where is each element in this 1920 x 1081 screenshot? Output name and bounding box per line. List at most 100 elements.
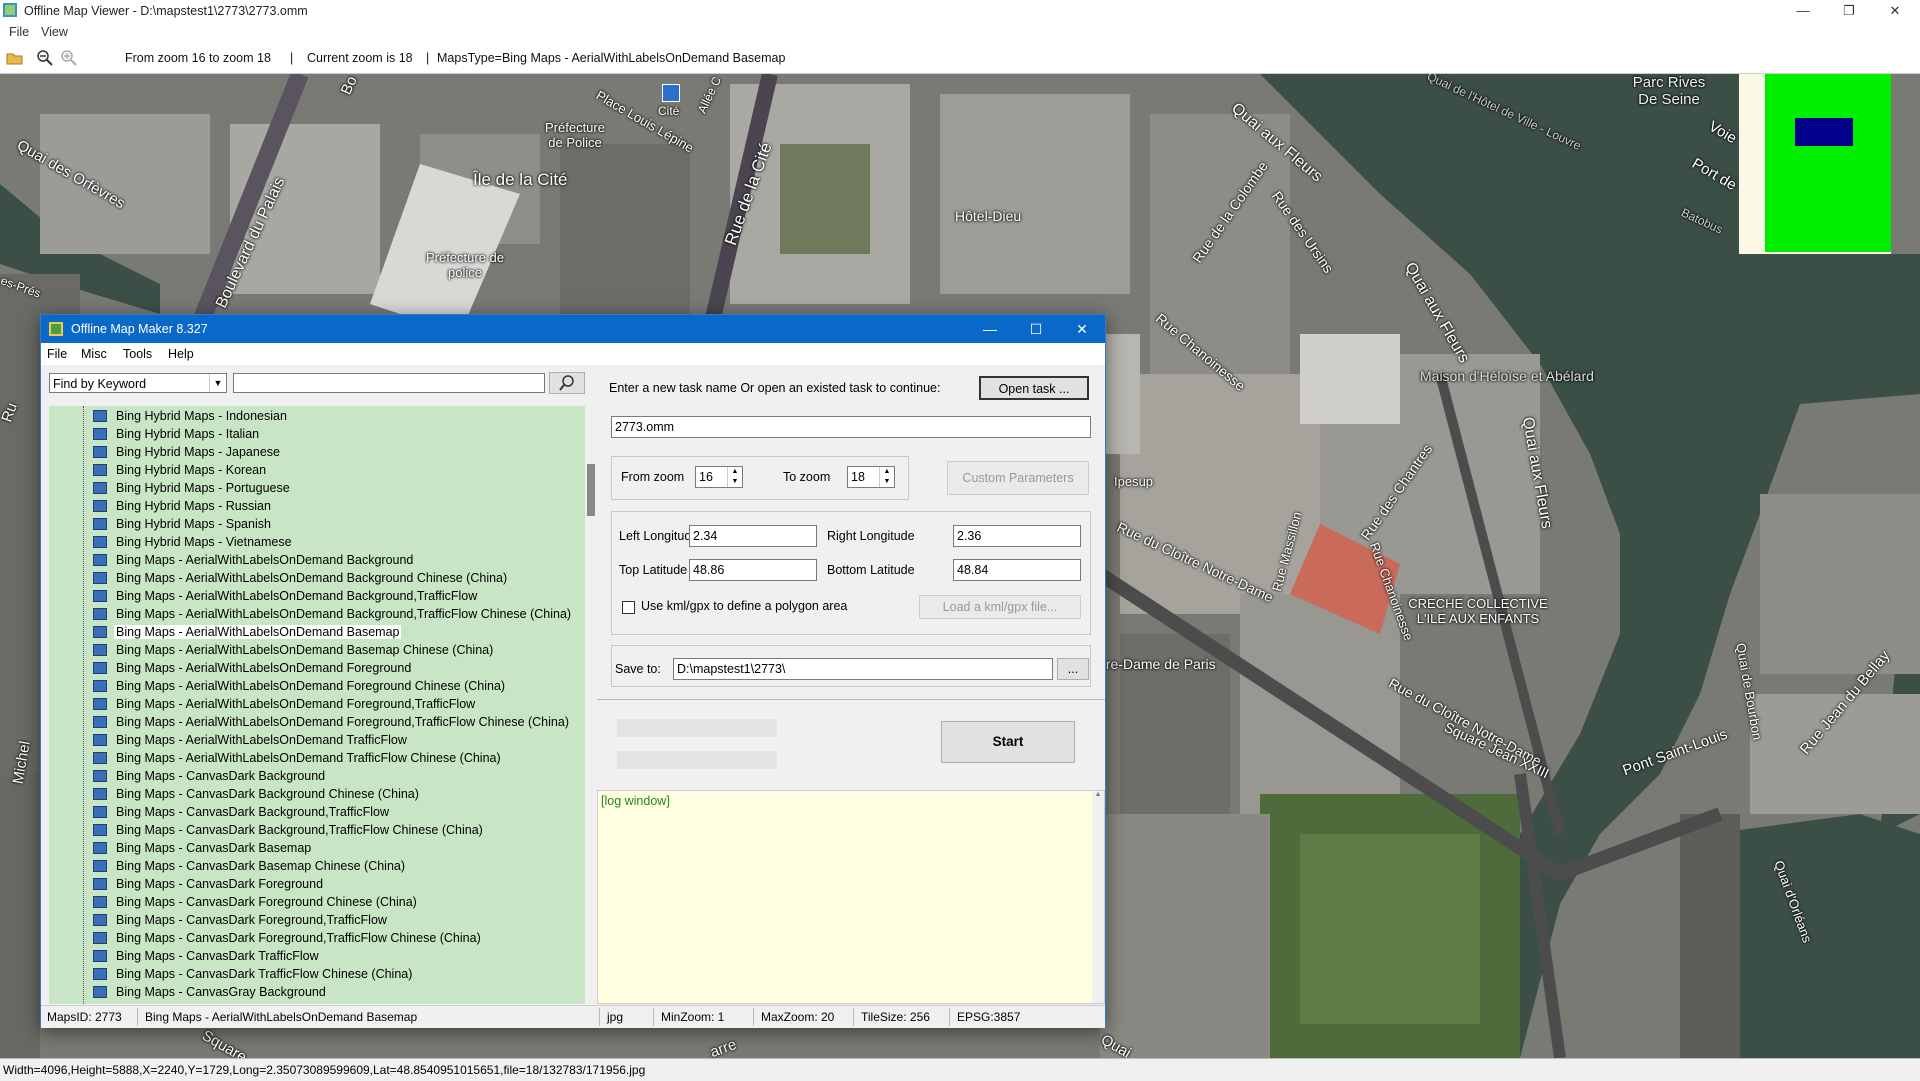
app-icon: [3, 3, 17, 17]
search-button[interactable]: [549, 372, 585, 394]
log-text: [log window]: [601, 794, 670, 808]
close-button[interactable]: ✕: [1872, 0, 1918, 22]
tree-scrollbar[interactable]: [585, 406, 597, 1004]
save-to-field[interactable]: [673, 658, 1053, 680]
tree-item-label: Bing Maps - AerialWithLabelsOnDemand Bac…: [116, 589, 478, 603]
toolbar-separator: |: [426, 51, 430, 65]
dialog-maximize-button[interactable]: ☐: [1013, 315, 1059, 343]
tree-item-label: Bing Maps - CanvasGray Background: [116, 985, 326, 999]
map-layer-icon: [93, 428, 107, 440]
bottom-latitude-field[interactable]: [953, 559, 1081, 581]
minimize-button[interactable]: —: [1780, 0, 1826, 22]
map-layer-icon: [93, 770, 107, 782]
tree-guide-line: [83, 406, 85, 1004]
minimap-viewport[interactable]: [1795, 118, 1853, 146]
to-zoom-value: 18: [851, 470, 865, 484]
map-layer-icon: [93, 464, 107, 476]
open-folder-icon[interactable]: [6, 49, 24, 67]
task-prompt: Enter a new task name Or open an existed…: [609, 381, 941, 395]
map-layer-icon: [93, 914, 107, 926]
dialog-menu-file[interactable]: File: [47, 347, 67, 361]
map-layer-icon: [93, 482, 107, 494]
map-layer-icon: [93, 554, 107, 566]
tree-item-label: Bing Maps - AerialWithLabelsOnDemand Tra…: [116, 751, 501, 765]
map-label: CRECHE COLLECTIVE L'ILE AUX ENFANTS: [1408, 596, 1548, 626]
tree-scrollbar-thumb[interactable]: [587, 464, 595, 516]
to-zoom-stepper[interactable]: 18 ▲ ▼: [847, 466, 895, 488]
chevron-up-icon[interactable]: ▲: [727, 467, 742, 477]
left-longitude-field[interactable]: [689, 525, 817, 547]
tree-item-label: Bing Maps - CanvasDark Background,Traffi…: [116, 805, 390, 819]
map-layer-icon: [93, 590, 107, 602]
current-zoom-text: Current zoom is 18: [307, 51, 413, 65]
tree-item-label: Bing Maps - AerialWithLabelsOnDemand Tra…: [116, 733, 407, 747]
dialog-title-bar[interactable]: Offline Map Maker 8.327 — ☐ ✕: [41, 315, 1105, 343]
map-layer-icon: [93, 536, 107, 548]
search-mode-select[interactable]: Find by Keyword ▼: [49, 373, 227, 393]
chevron-down-icon[interactable]: ▼: [879, 477, 894, 487]
map-layer-icon: [93, 680, 107, 692]
to-zoom-label: To zoom: [783, 470, 831, 484]
map-layer-icon: [93, 986, 107, 998]
right-longitude-field[interactable]: [953, 525, 1081, 547]
tree-item-label: Bing Maps - CanvasDark Foreground,Traffi…: [116, 931, 481, 945]
tree-item-label: Bing Maps - CanvasDark Background,Traffi…: [116, 823, 483, 837]
search-input[interactable]: [233, 373, 545, 393]
menu-view[interactable]: View: [41, 25, 68, 39]
tree-item-label: Bing Hybrid Maps - Japanese: [116, 445, 280, 459]
custom-parameters-button[interactable]: Custom Parameters: [947, 461, 1089, 495]
start-button[interactable]: Start: [941, 721, 1075, 763]
top-latitude-label: Top Latitude: [619, 563, 688, 577]
status-maps-id: MapsID: 2773: [47, 1010, 122, 1024]
map-layer-icon: [93, 896, 107, 908]
map-layer-icon: [93, 824, 107, 836]
tree-item-label: Bing Maps - AerialWithLabelsOnDemand For…: [116, 679, 506, 693]
map-layer-icon: [93, 626, 107, 638]
map-label: Préfecture de police: [425, 250, 505, 280]
dialog-menu-tools[interactable]: Tools: [123, 347, 152, 361]
maps-tree[interactable]: Bing Hybrid Maps - Indonesian Bing Hybrid…: [49, 406, 585, 1004]
tree-item-label: Bing Maps - CanvasDark Foreground,Traffi…: [116, 913, 387, 927]
map-layer-icon: [93, 842, 107, 854]
log-scrollbar[interactable]: ▲: [1092, 791, 1104, 1003]
menu-file[interactable]: File: [9, 25, 29, 39]
zoom-out-icon[interactable]: [36, 49, 54, 67]
from-zoom-stepper[interactable]: 16 ▲ ▼: [695, 466, 743, 488]
map-layer-icon: [93, 788, 107, 800]
browse-button[interactable]: ...: [1057, 658, 1089, 680]
tree-item-label: Bing Maps - CanvasDark Background Chines…: [116, 787, 419, 801]
chevron-down-icon[interactable]: ▼: [727, 477, 742, 487]
log-window[interactable]: [log window] ▲: [597, 790, 1105, 1004]
map-layer-icon: [93, 518, 107, 530]
map-label: Parc Rives De Seine: [1632, 74, 1706, 108]
map-layer-icon: [93, 860, 107, 872]
map-label: Hôtel-Dieu: [955, 208, 1022, 224]
tree-item-label: Bing Hybrid Maps - Portuguese: [116, 481, 290, 495]
tree-item-label: Bing Maps - AerialWithLabelsOnDemand Bac…: [116, 571, 508, 585]
zoom-in-icon[interactable]: [60, 49, 78, 67]
toolbar-separator: |: [290, 51, 294, 65]
dialog-minimize-button[interactable]: —: [967, 315, 1013, 343]
tree-item-label: Bing Maps - CanvasGray Background Chines…: [114, 1003, 422, 1004]
right-longitude-label: Right Longitude: [827, 529, 915, 543]
restore-button[interactable]: ❐: [1826, 0, 1872, 22]
bottom-latitude-label: Bottom Latitude: [827, 563, 915, 577]
minimap[interactable]: [1739, 74, 1891, 254]
chevron-up-icon[interactable]: ▲: [879, 467, 894, 477]
chevron-up-icon[interactable]: ▲: [1092, 791, 1104, 798]
kml-checkbox[interactable]: [622, 601, 635, 614]
open-task-button[interactable]: Open task ...: [979, 376, 1089, 400]
from-zoom-value: 16: [699, 470, 713, 484]
map-layer-icon: [93, 608, 107, 620]
load-kml-button[interactable]: Load a kml/gpx file...: [919, 595, 1081, 619]
status-format: jpg: [607, 1010, 624, 1024]
search-icon: [559, 375, 574, 391]
dialog-close-button[interactable]: ✕: [1059, 315, 1105, 343]
save-to-label: Save to:: [615, 662, 661, 676]
dialog-menu-misc[interactable]: Misc: [81, 347, 107, 361]
top-latitude-field[interactable]: [689, 559, 817, 581]
dialog-menu-help[interactable]: Help: [168, 347, 194, 361]
task-name-field[interactable]: [611, 416, 1091, 438]
status-max-zoom: MaxZoom: 20: [761, 1010, 835, 1024]
offline-map-maker-dialog: Offline Map Maker 8.327 — ☐ ✕ File Misc …: [40, 314, 1106, 1028]
